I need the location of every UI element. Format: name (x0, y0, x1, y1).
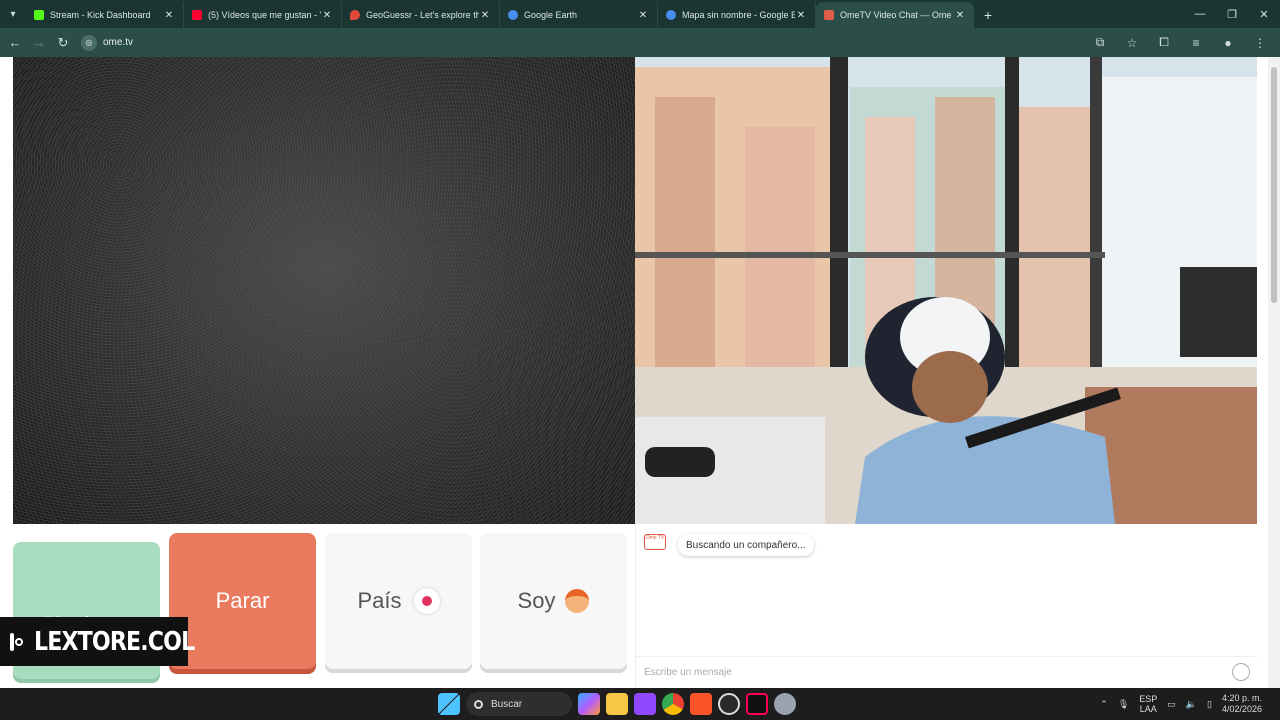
windows-start-icon[interactable] (438, 693, 460, 715)
url-text: ome.tv (103, 37, 134, 48)
address-bar: ← → ↻ ◎ ome.tv ⧉ ☆ ⧠ ≡ ● ⋮ (0, 28, 1280, 57)
close-window-icon[interactable]: ✕ (1248, 0, 1280, 28)
tab-title: (5) Vídeos que me gustan - You (208, 10, 321, 20)
tab-title: Google Earth (524, 10, 578, 20)
new-tab-button[interactable]: + (974, 2, 1002, 28)
install-app-icon[interactable]: ⧉ (1086, 31, 1114, 55)
tiktok-icon[interactable] (746, 693, 768, 715)
youtube-icon (192, 10, 202, 20)
search-icon (474, 699, 483, 709)
chat-panel: Ome TV Buscando un compañero... Escribe … (635, 524, 1258, 688)
battery-icon[interactable]: ▯ (1207, 699, 1212, 710)
stop-label: Parar (215, 588, 270, 613)
country-button[interactable]: País (325, 533, 472, 669)
tab-strip: ▾ Stream - Kick Dashboard ✕ (5) Vídeos q… (0, 0, 1280, 28)
close-icon[interactable]: ✕ (954, 10, 966, 21)
close-icon[interactable]: ✕ (321, 10, 333, 21)
close-icon[interactable]: ✕ (637, 10, 649, 21)
site-info-icon[interactable]: ◎ (81, 34, 97, 51)
maximize-icon[interactable]: ❐ (1216, 0, 1248, 28)
stream-overlay-handle: LEXTORE.COL (0, 617, 195, 666)
page-scrollbar[interactable] (1268, 57, 1280, 688)
taskbar: Buscar ⌃ 🎙 ESP LAA ▭ 🔈 ▯ 4:20 p. m. 4/02… (0, 688, 1280, 720)
microphone-icon[interactable]: 🎙 (1118, 699, 1129, 710)
forward-icon[interactable]: → (27, 31, 51, 55)
twitch-icon[interactable] (634, 693, 656, 715)
message-input[interactable]: Escribe un mensaje (636, 656, 1258, 688)
gender-label: Soy (517, 588, 556, 613)
bookmark-star-icon[interactable]: ☆ (1118, 31, 1146, 55)
settings-gear-icon[interactable] (774, 693, 796, 715)
volume-icon[interactable]: 🔈 (1186, 699, 1197, 710)
clock-date: 4/02/2026 (1221, 704, 1262, 714)
video-noise (13, 57, 635, 524)
status-text: Buscando un compañero... (686, 539, 806, 551)
ometv-page: Siguiente Parar País Soy LEXTORE.COL Ome… (0, 57, 1280, 688)
window-controls: — ❐ ✕ (1184, 0, 1280, 28)
tab-title: Stream - Kick Dashboard (50, 10, 151, 20)
minimize-icon[interactable]: — (1184, 0, 1216, 28)
close-icon[interactable]: ✕ (795, 10, 807, 21)
taskbar-apps: Buscar (438, 692, 796, 716)
profile-avatar[interactable]: ● (1214, 31, 1242, 55)
instagram-handle: LEXTORE.COL (34, 626, 195, 657)
webcam-scene-image (635, 57, 1257, 524)
system-tray: ⌃ 🎙 ESP LAA ▭ 🔈 ▯ 4:20 p. m. 4/02/2026 (1100, 688, 1262, 720)
own-webcam-video (635, 57, 1257, 524)
message-placeholder: Escribe un mensaje (644, 667, 732, 678)
partner-video-static (13, 57, 635, 524)
url-field[interactable]: ◎ ome.tv (81, 34, 134, 51)
network-icon[interactable]: ▭ (1167, 699, 1176, 710)
scrollbar-thumb[interactable] (1271, 67, 1277, 303)
close-icon[interactable]: ✕ (163, 10, 175, 21)
boy-face-icon (565, 589, 590, 613)
file-explorer-icon[interactable] (606, 693, 628, 715)
gender-button[interactable]: Soy (480, 533, 627, 669)
extensions-icon[interactable]: ⧠ (1150, 31, 1178, 55)
tab-google-earth-map[interactable]: Mapa sin nombre - Google Earth ✕ (658, 2, 816, 28)
taskbar-search[interactable]: Buscar (466, 692, 572, 716)
country-label: País (357, 588, 402, 613)
tab-youtube[interactable]: (5) Vídeos que me gustan - You ✕ (184, 2, 342, 28)
tab-title: Mapa sin nombre - Google Earth (682, 10, 795, 20)
tab-kick-dashboard[interactable]: Stream - Kick Dashboard ✕ (26, 2, 184, 28)
tray-chevron-icon[interactable]: ⌃ (1100, 699, 1108, 710)
tab-geoguessr[interactable]: GeoGuessr - Let's explore the w ✕ (342, 2, 500, 28)
location-pin-icon (350, 10, 360, 20)
chrome-icon[interactable] (662, 693, 684, 715)
tab-title: OmeTV Video Chat — Ome (840, 10, 952, 20)
kick-icon (34, 10, 44, 20)
tab-search-button[interactable]: ▾ (0, 0, 26, 28)
clock[interactable]: 4:20 p. m. 4/02/2026 (1222, 693, 1262, 715)
ometv-logo-text: Ome TV (645, 535, 665, 541)
tab-title: GeoGuessr - Let's explore the w (366, 10, 479, 20)
tab-google-earth[interactable]: Google Earth ✕ (500, 2, 658, 28)
brave-icon[interactable] (690, 693, 712, 715)
clock-time: 4:20 p. m. (1221, 693, 1262, 703)
menu-icon[interactable]: ⋮ (1246, 31, 1274, 55)
media-controls-icon[interactable]: ≡ (1182, 31, 1210, 55)
copilot-icon[interactable] (578, 693, 600, 715)
emoji-icon[interactable] (1232, 663, 1250, 681)
instagram-icon (10, 632, 23, 651)
country-flag-icon (413, 588, 440, 614)
ometv-icon (824, 10, 834, 20)
status-message: Buscando un compañero... (678, 534, 814, 556)
close-icon[interactable]: ✕ (479, 10, 491, 21)
search-label: Buscar (491, 698, 523, 710)
reload-icon[interactable]: ↻ (51, 31, 75, 55)
ometv-logo: Ome TV (644, 534, 666, 550)
lang-bottom: LAA (1139, 704, 1157, 714)
toolbar-actions: ⧉ ☆ ⧠ ≡ ● ⋮ (1086, 28, 1274, 57)
back-icon[interactable]: ← (3, 31, 27, 55)
lang-top: ESP (1139, 694, 1158, 704)
obs-icon[interactable] (718, 693, 740, 715)
input-language[interactable]: ESP LAA (1139, 694, 1157, 714)
globe-icon (666, 10, 676, 20)
globe-icon (508, 10, 518, 20)
tab-ometv[interactable]: OmeTV Video Chat — Ome ✕ (816, 2, 974, 28)
